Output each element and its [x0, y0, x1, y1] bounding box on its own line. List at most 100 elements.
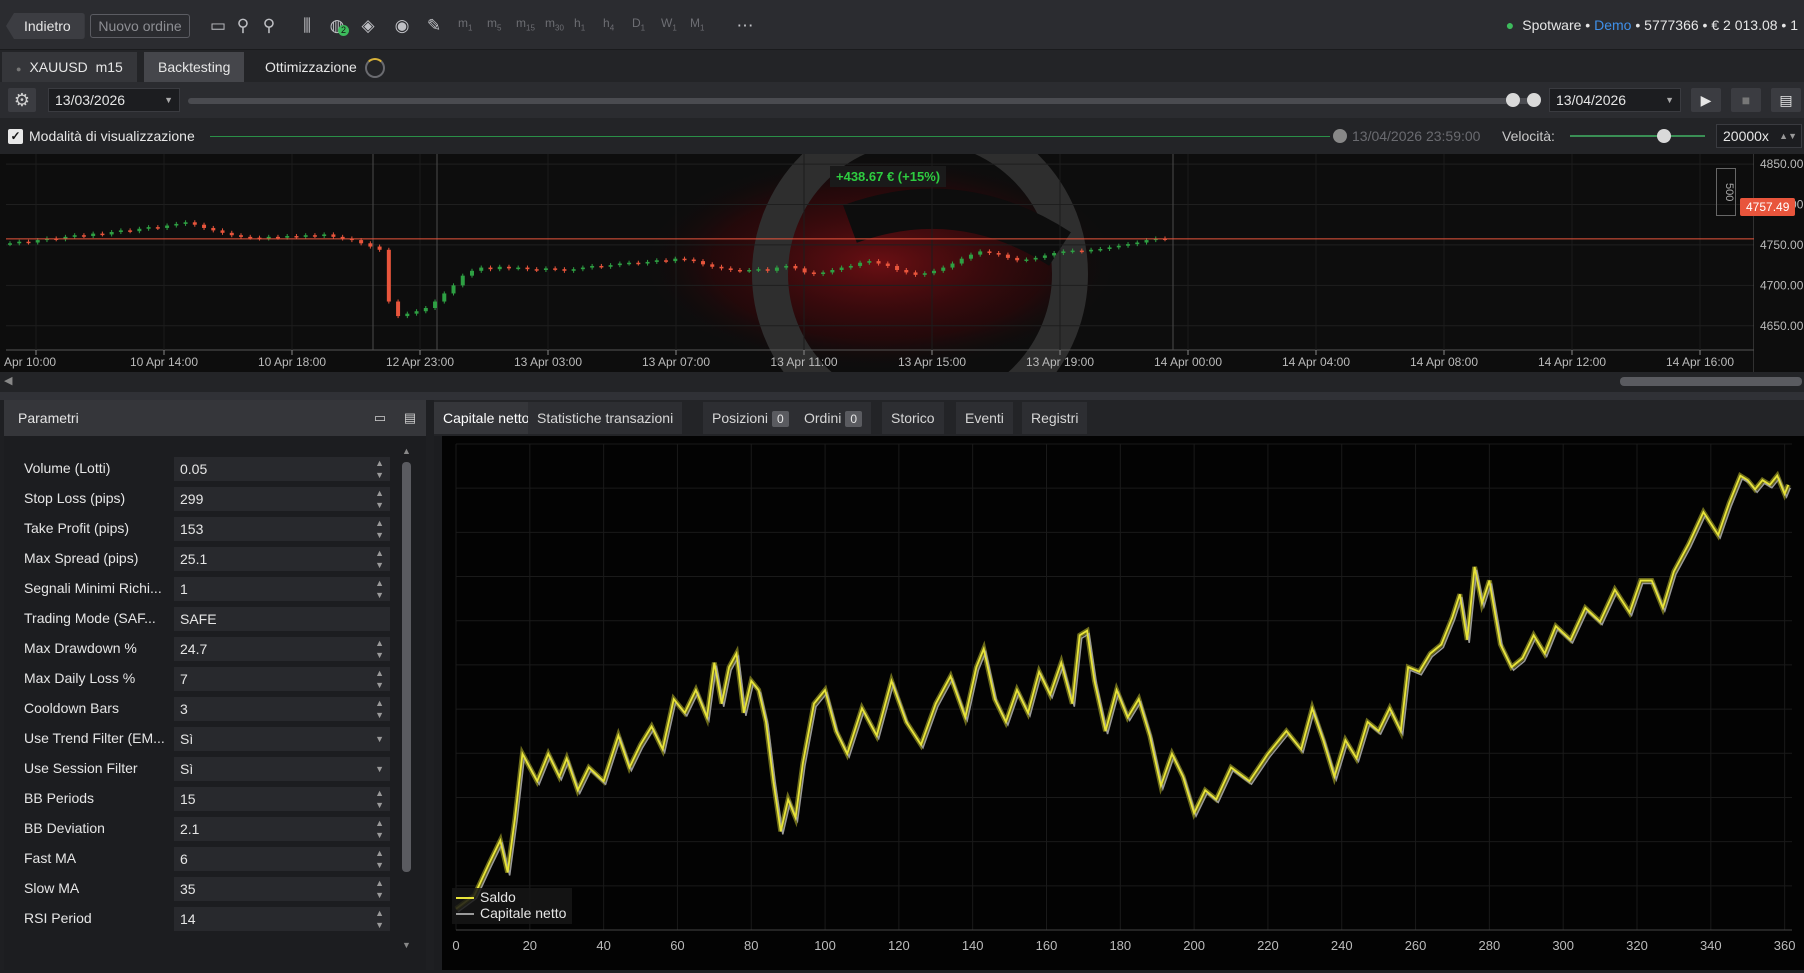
- param-input[interactable]: 153 ▲ ▼: [174, 517, 390, 541]
- speed-slider-handle[interactable]: [1657, 129, 1671, 143]
- zoom-in-icon[interactable]: ⚲: [258, 15, 280, 37]
- param-input[interactable]: 15 ▲ ▼: [174, 787, 390, 811]
- param-input[interactable]: 6 ▲ ▼: [174, 847, 390, 871]
- speed-input[interactable]: 20000x ▲▼: [1716, 124, 1802, 148]
- draw-tool-icon[interactable]: ✎: [423, 15, 445, 37]
- tab-symbol[interactable]: ● XAUUSD m15: [2, 52, 137, 82]
- play-button[interactable]: ▶: [1691, 88, 1721, 112]
- stepper-icon[interactable]: ▲ ▼: [375, 637, 384, 661]
- tab-statistiche-transazioni[interactable]: Statistiche transazioni: [528, 402, 683, 434]
- equity-chart[interactable]: 0 20 40 60 80 100 120 140 160 180 200 220 240 260 280 3…: [442, 436, 1804, 970]
- tab-backtesting[interactable]: Backtesting: [144, 52, 245, 82]
- eye-icon[interactable]: ◉: [391, 15, 413, 37]
- time-tick-label: 13 Apr 11:00: [770, 355, 837, 369]
- timeframe-W1[interactable]: W1: [661, 16, 677, 32]
- chart-scroll-thumb[interactable]: [1620, 377, 1802, 386]
- tab-posizioni[interactable]: Posizioni 0: [703, 402, 798, 434]
- timeframe-number: 15: [526, 23, 535, 33]
- stepper-icon[interactable]: ▲ ▼: [375, 517, 384, 541]
- param-input[interactable]: 1 ▲ ▼: [174, 577, 390, 601]
- timeframe-m15[interactable]: m15: [516, 16, 535, 32]
- stepper-icon[interactable]: ▲ ▼: [375, 817, 384, 841]
- timeframe-D1[interactable]: D1: [632, 16, 645, 32]
- back-button[interactable]: Indietro: [6, 13, 85, 39]
- panel-splitter[interactable]: [0, 392, 1804, 400]
- candle: [488, 267, 493, 270]
- time-tick-label: 14 Apr 08:00: [1410, 355, 1478, 369]
- timeframe-h1[interactable]: h1: [574, 16, 585, 32]
- timeframe-m30[interactable]: m30: [545, 16, 564, 32]
- layout-icon[interactable]: ▭: [207, 15, 229, 37]
- time-tick-label: 12 Apr 23:00: [386, 355, 454, 369]
- param-input[interactable]: SAFE: [174, 607, 390, 631]
- more-icon[interactable]: ⋯: [734, 15, 756, 37]
- param-input[interactable]: 0.05 ▲ ▼: [174, 457, 390, 481]
- chart-scrollbar[interactable]: ◀: [0, 372, 1804, 392]
- stepper-icon[interactable]: ▲ ▼: [375, 877, 384, 901]
- alerts-icon[interactable]: ◍ 2: [326, 15, 349, 37]
- scroll-down-icon[interactable]: ▼: [402, 940, 411, 950]
- new-order-button[interactable]: Nuovo ordine: [90, 14, 190, 38]
- stepper-icon[interactable]: ▲ ▼: [375, 697, 384, 721]
- candle: [155, 227, 160, 229]
- zoom-out-icon[interactable]: ⚲: [232, 15, 254, 37]
- param-input[interactable]: 14 ▲ ▼: [174, 907, 390, 931]
- param-input[interactable]: 35 ▲ ▼: [174, 877, 390, 901]
- backtest-timeline-slider[interactable]: [188, 98, 1540, 104]
- param-select[interactable]: Sì ▼: [174, 727, 390, 751]
- timeframe-m5[interactable]: m5: [487, 16, 501, 32]
- candle: [516, 267, 521, 270]
- stepper-icon[interactable]: ▲ ▼: [375, 907, 384, 931]
- scroll-up-icon[interactable]: ▲: [402, 446, 411, 456]
- tab-optimization[interactable]: Ottimizzazione: [251, 52, 399, 82]
- param-input[interactable]: 25.1 ▲ ▼: [174, 547, 390, 571]
- param-input[interactable]: 299 ▲ ▼: [174, 487, 390, 511]
- price-chart[interactable]: Apr 10:00 10 Apr 14:00 10 Apr 18:00 12 Apr …: [0, 106, 1804, 442]
- tab-registri[interactable]: Registri: [1022, 402, 1088, 434]
- settings-gear-icon[interactable]: ⚙: [8, 88, 36, 112]
- time-tick-label: 13 Apr 07:00: [642, 355, 710, 369]
- stepper-icon[interactable]: ▲ ▼: [375, 577, 384, 601]
- load-folder-icon[interactable]: ▭: [370, 400, 390, 436]
- start-date-select[interactable]: 13/03/2026 ▼: [48, 88, 180, 112]
- timeframe-M1[interactable]: M1: [690, 16, 704, 32]
- stepper-icon[interactable]: ▲ ▼: [375, 457, 384, 481]
- candle: [128, 230, 133, 232]
- tab-eventi[interactable]: Eventi: [956, 402, 1013, 434]
- stop-button[interactable]: ■: [1731, 88, 1761, 112]
- timeline-handle-right[interactable]: [1527, 93, 1541, 107]
- stepper-icon[interactable]: ▲ ▼: [375, 667, 384, 691]
- layers-icon[interactable]: ◈: [357, 15, 379, 37]
- timeframe-h4[interactable]: h4: [603, 16, 614, 32]
- tab-capitale-netto[interactable]: Capitale netto: [434, 402, 539, 434]
- tab-storico[interactable]: Storico: [882, 402, 944, 434]
- candle: [100, 233, 105, 236]
- param-input[interactable]: 7 ▲ ▼: [174, 667, 390, 691]
- timeframe-m1[interactable]: m1: [458, 16, 472, 32]
- scroll-left-icon[interactable]: ◀: [4, 374, 12, 387]
- candle: [229, 232, 234, 236]
- parameters-scrollbar[interactable]: [402, 462, 411, 872]
- end-date-select[interactable]: 13/04/2026 ▼: [1549, 88, 1681, 112]
- param-input[interactable]: 3 ▲ ▼: [174, 697, 390, 721]
- save-disk-icon[interactable]: ▤: [400, 400, 420, 436]
- save-button[interactable]: ▤: [1771, 88, 1801, 112]
- scale-indicator[interactable]: 500: [1716, 168, 1736, 216]
- param-input[interactable]: 24.7 ▲ ▼: [174, 637, 390, 661]
- param-select[interactable]: Sì ▼: [174, 757, 390, 781]
- chart-type-icon[interactable]: ⫼: [296, 15, 318, 37]
- stepper-icon[interactable]: ▲ ▼: [375, 787, 384, 811]
- timeline-handle-left[interactable]: [1506, 93, 1520, 107]
- stepper-icon[interactable]: ▲ ▼: [375, 547, 384, 571]
- stepper-icon[interactable]: ▲ ▼: [375, 847, 384, 871]
- price-axis[interactable]: [1754, 154, 1804, 372]
- stepper-icon[interactable]: ▲ ▼: [375, 487, 384, 511]
- tab-label: Statistiche transazioni: [537, 410, 674, 426]
- visual-mode-checkbox[interactable]: ✓: [8, 129, 23, 144]
- candle: [719, 266, 724, 269]
- speed-slider[interactable]: [1570, 135, 1705, 137]
- candle: [701, 261, 705, 265]
- tab-ordini[interactable]: Ordini 0: [795, 402, 872, 434]
- progress-handle[interactable]: [1333, 129, 1347, 143]
- param-input[interactable]: 2.1 ▲ ▼: [174, 817, 390, 841]
